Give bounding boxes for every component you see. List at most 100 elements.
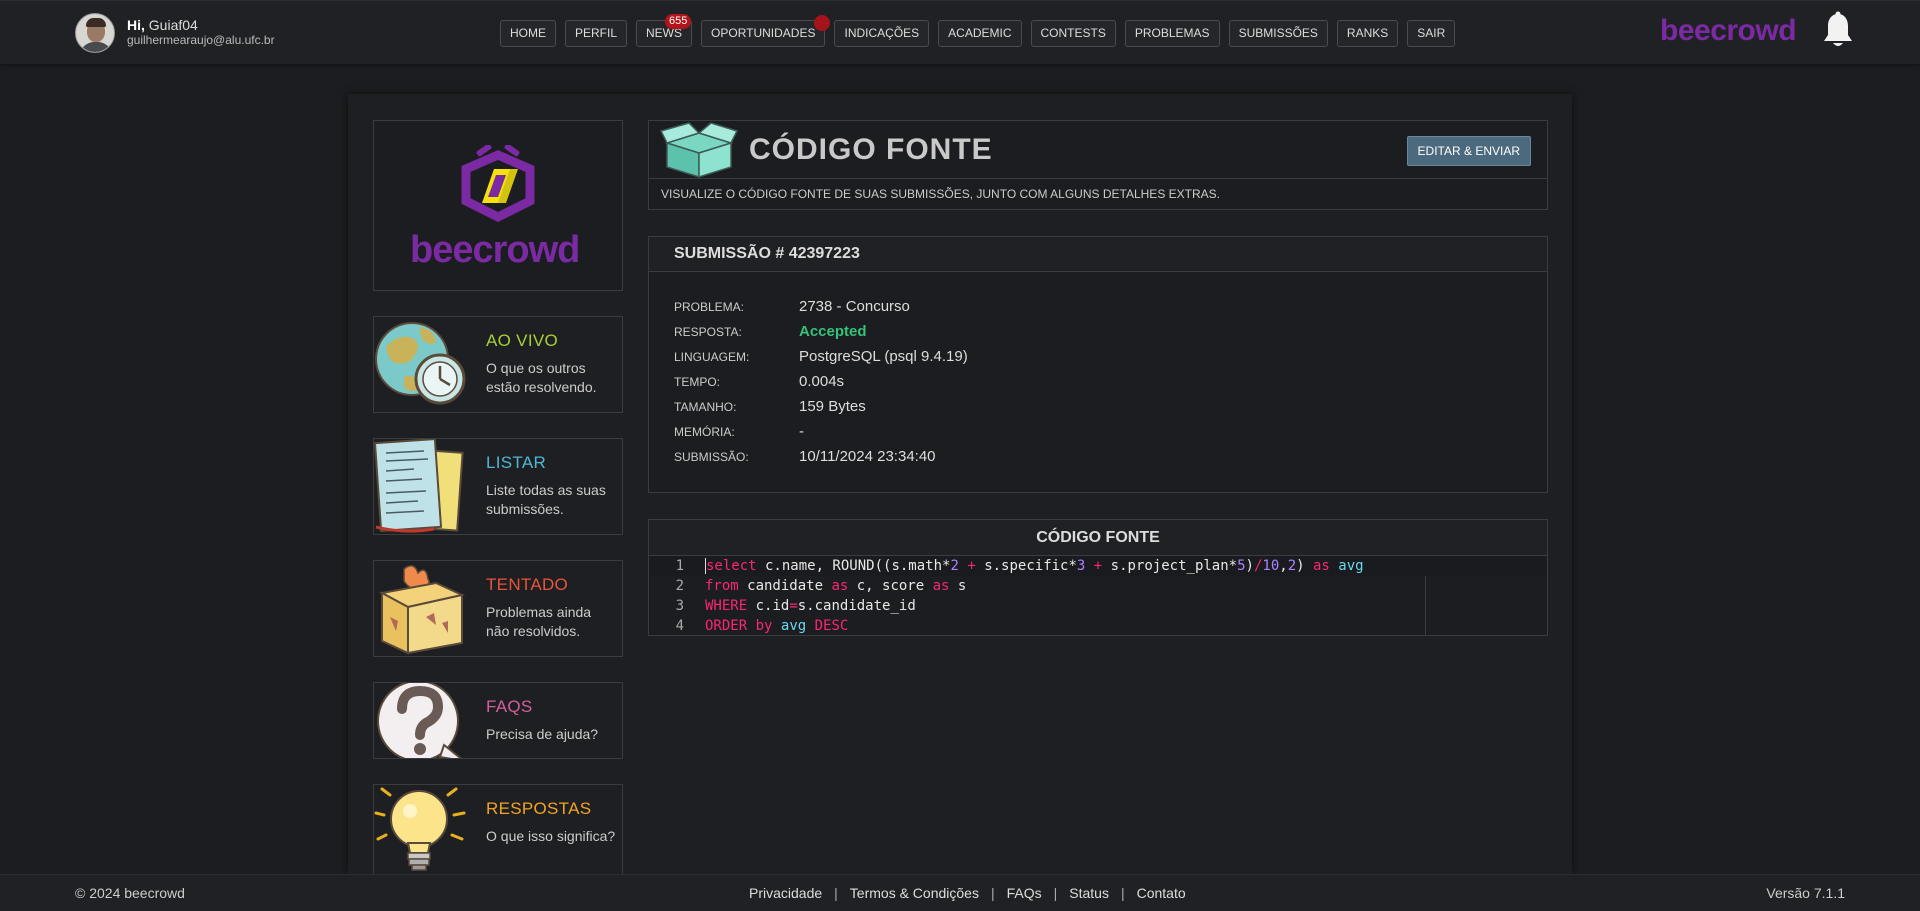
detail-value-memoria: - [799, 423, 804, 440]
code-text: WHERE c.id=s.candidate_id [705, 598, 916, 614]
footer: © 2024 beecrowd Privacidade | Termos & C… [0, 874, 1920, 911]
detail-value-problema: 2738 - Concurso [799, 298, 910, 315]
sidebar-card-desc: Liste todas as suas submissões. [486, 482, 606, 517]
nav-submissoes[interactable]: SUBMISSÕES [1228, 20, 1328, 47]
nav-problemas[interactable]: PROBLEMAS [1124, 20, 1220, 47]
documents-icon [374, 439, 464, 533]
nav-contests[interactable]: CONTESTS [1030, 20, 1116, 47]
avatar[interactable] [75, 13, 115, 53]
code-text: select c.name, ROUND((s.math*2 + s.speci… [705, 558, 1364, 574]
footer-link-status[interactable]: Status [1069, 875, 1109, 911]
nav-home-label: HOME [510, 26, 546, 40]
footer-separator: | [1120, 885, 1125, 901]
line-number: 3 [675, 598, 684, 614]
nav-indicacoes[interactable]: INDICAÇÕES [834, 20, 930, 47]
nav-problemas-label: PROBLEMAS [1134, 26, 1210, 40]
bee-hexagon-icon [461, 145, 535, 223]
sidebar-card-ao-vivo[interactable]: AO VIVO O que os outros estão resolvendo… [373, 316, 623, 413]
main-nav: HOME PERFIL NEWS 655 OPORTUNIDADES INDICA… [500, 14, 1464, 47]
detail-label-memoria: MEMÓRIA: [674, 425, 735, 439]
page-title: CÓDIGO FONTE [749, 133, 993, 166]
sidebar-card-desc: O que os outros estão resolvendo. [486, 360, 597, 395]
code-text: ORDER by avg DESC [705, 618, 849, 634]
sidebar-card-faqs[interactable]: FAQS Precisa de ajuda? [373, 682, 623, 759]
detail-value-linguagem: PostgreSQL (psql 9.4.19) [799, 348, 968, 365]
sidebar-card-desc: Problemas ainda não resolvidos. [486, 604, 592, 639]
detail-label-problema: PROBLEMA: [674, 300, 745, 314]
footer-link-privacidade[interactable]: Privacidade [749, 875, 822, 911]
sidebar: beecrowd AO VIVO O que os outros estão r… [373, 120, 623, 881]
source-code-title: CÓDIGO FONTE [649, 520, 1547, 556]
line-number: 1 [675, 558, 684, 574]
page-subtitle: VISUALIZE O CÓDIGO FONTE DE SUAS SUBMISS… [649, 178, 1547, 209]
copyright: © 2024 beecrowd [75, 885, 185, 901]
edit-submit-button[interactable]: EDITAR & ENVIAR [1406, 136, 1531, 166]
source-code-panel[interactable]: CÓDIGO FONTE 1 select c.name, ROUND((s.m… [648, 519, 1548, 636]
greeting: Hi, [127, 17, 145, 33]
code-editor[interactable]: 1 select c.name, ROUND((s.math*2 + s.spe… [649, 556, 1547, 636]
news-count-badge: 655 [665, 14, 692, 29]
nav-contests-label: CONTESTS [1040, 26, 1106, 40]
burning-box-icon [379, 565, 466, 655]
nav-home[interactable]: HOME [500, 20, 556, 47]
question-mark-icon [377, 683, 462, 758]
sidebar-card-title: AO VIVO [486, 331, 559, 350]
nav-ranks[interactable]: RANKS [1336, 20, 1399, 47]
sidebar-card-title: LISTAR [486, 453, 547, 472]
sidebar-card-title: RESPOSTAS [486, 799, 592, 818]
sidebar-logo-text: beecrowd [410, 229, 580, 271]
open-box-icon [659, 122, 739, 178]
code-line: 2 from candidate as c, score as s [649, 576, 1547, 596]
sidebar-card-tentado[interactable]: TENTADO Problemas ainda não resolvidos. [373, 560, 623, 657]
footer-separator: | [1053, 885, 1058, 901]
submission-details: SUBMISSÃO # 42397223 PROBLEMA: 2738 - Co… [648, 236, 1548, 493]
detail-value-tempo: 0.004s [799, 373, 845, 390]
nav-sair-label: SAIR [1417, 26, 1446, 40]
footer-separator: | [990, 885, 995, 901]
user-email: guilhermearaujo@alu.ufc.br [127, 33, 275, 47]
main-container: beecrowd AO VIVO O que os outros estão r… [348, 94, 1572, 881]
nav-perfil[interactable]: PERFIL [565, 20, 628, 47]
submission-title: SUBMISSÃO # 42397223 [649, 237, 1547, 272]
nav-academic[interactable]: ACADEMIC [938, 20, 1022, 47]
sidebar-card-desc: O que isso significa? [486, 828, 616, 844]
page-header: CÓDIGO FONTE EDITAR & ENVIAR VISUALIZE O… [648, 120, 1548, 210]
globe-clock-icon [375, 322, 466, 405]
nav-oportunidades[interactable]: OPORTUNIDADES [701, 15, 831, 47]
bell-icon[interactable] [1820, 11, 1856, 51]
sidebar-card-title: TENTADO [486, 575, 569, 594]
user-info: Hi, Guiaf04 guilhermearaujo@alu.ufc.br [75, 13, 275, 53]
sidebar-card-title: FAQS [486, 697, 533, 716]
nav-perfil-label: PERFIL [575, 26, 618, 40]
detail-label-tamanho: TAMANHO: [674, 400, 737, 414]
brand-logo[interactable]: beecrowd [1660, 14, 1797, 48]
content: CÓDIGO FONTE EDITAR & ENVIAR VISUALIZE O… [648, 120, 1548, 636]
sidebar-card-respostas[interactable]: RESPOSTAS O que isso significa? [373, 784, 623, 881]
username: Guiaf04 [148, 17, 198, 33]
sidebar-card-listar[interactable]: LISTAR Liste todas as suas submissões. [373, 438, 623, 535]
footer-link-contato[interactable]: Contato [1137, 875, 1186, 911]
print-margin [1425, 576, 1426, 636]
code-line: 1 select c.name, ROUND((s.math*2 + s.spe… [649, 556, 1547, 576]
detail-label-linguagem: LINGUAGEM: [674, 350, 750, 364]
line-number: 2 [675, 578, 684, 594]
detail-value-submissao: 10/11/2024 23:34:40 [799, 448, 936, 465]
detail-label-tempo: TEMPO: [674, 375, 721, 389]
code-line: 4 ORDER by avg DESC [649, 616, 1547, 636]
footer-link-termos[interactable]: Termos & Condições [850, 875, 979, 911]
footer-link-faqs[interactable]: FAQs [1007, 875, 1042, 911]
notification-dot [814, 15, 831, 31]
nav-news[interactable]: NEWS 655 [636, 14, 693, 47]
nav-submissoes-label: SUBMISSÕES [1238, 26, 1318, 40]
detail-label-submissao: SUBMISSÃO: [674, 450, 749, 464]
top-bar: Hi, Guiaf04 guilhermearaujo@alu.ufc.br H… [0, 0, 1920, 64]
nav-ranks-label: RANKS [1346, 26, 1389, 40]
nav-sair[interactable]: SAIR [1407, 20, 1456, 47]
code-text: from candidate as c, score as s [705, 578, 967, 594]
detail-value-resposta: Accepted [799, 323, 867, 340]
code-line: 3 WHERE c.id=s.candidate_id [649, 596, 1547, 616]
nav-indicacoes-label: INDICAÇÕES [844, 26, 920, 40]
line-number: 4 [675, 618, 684, 634]
sidebar-logo[interactable]: beecrowd [373, 120, 623, 291]
light-bulb-icon [374, 787, 466, 871]
